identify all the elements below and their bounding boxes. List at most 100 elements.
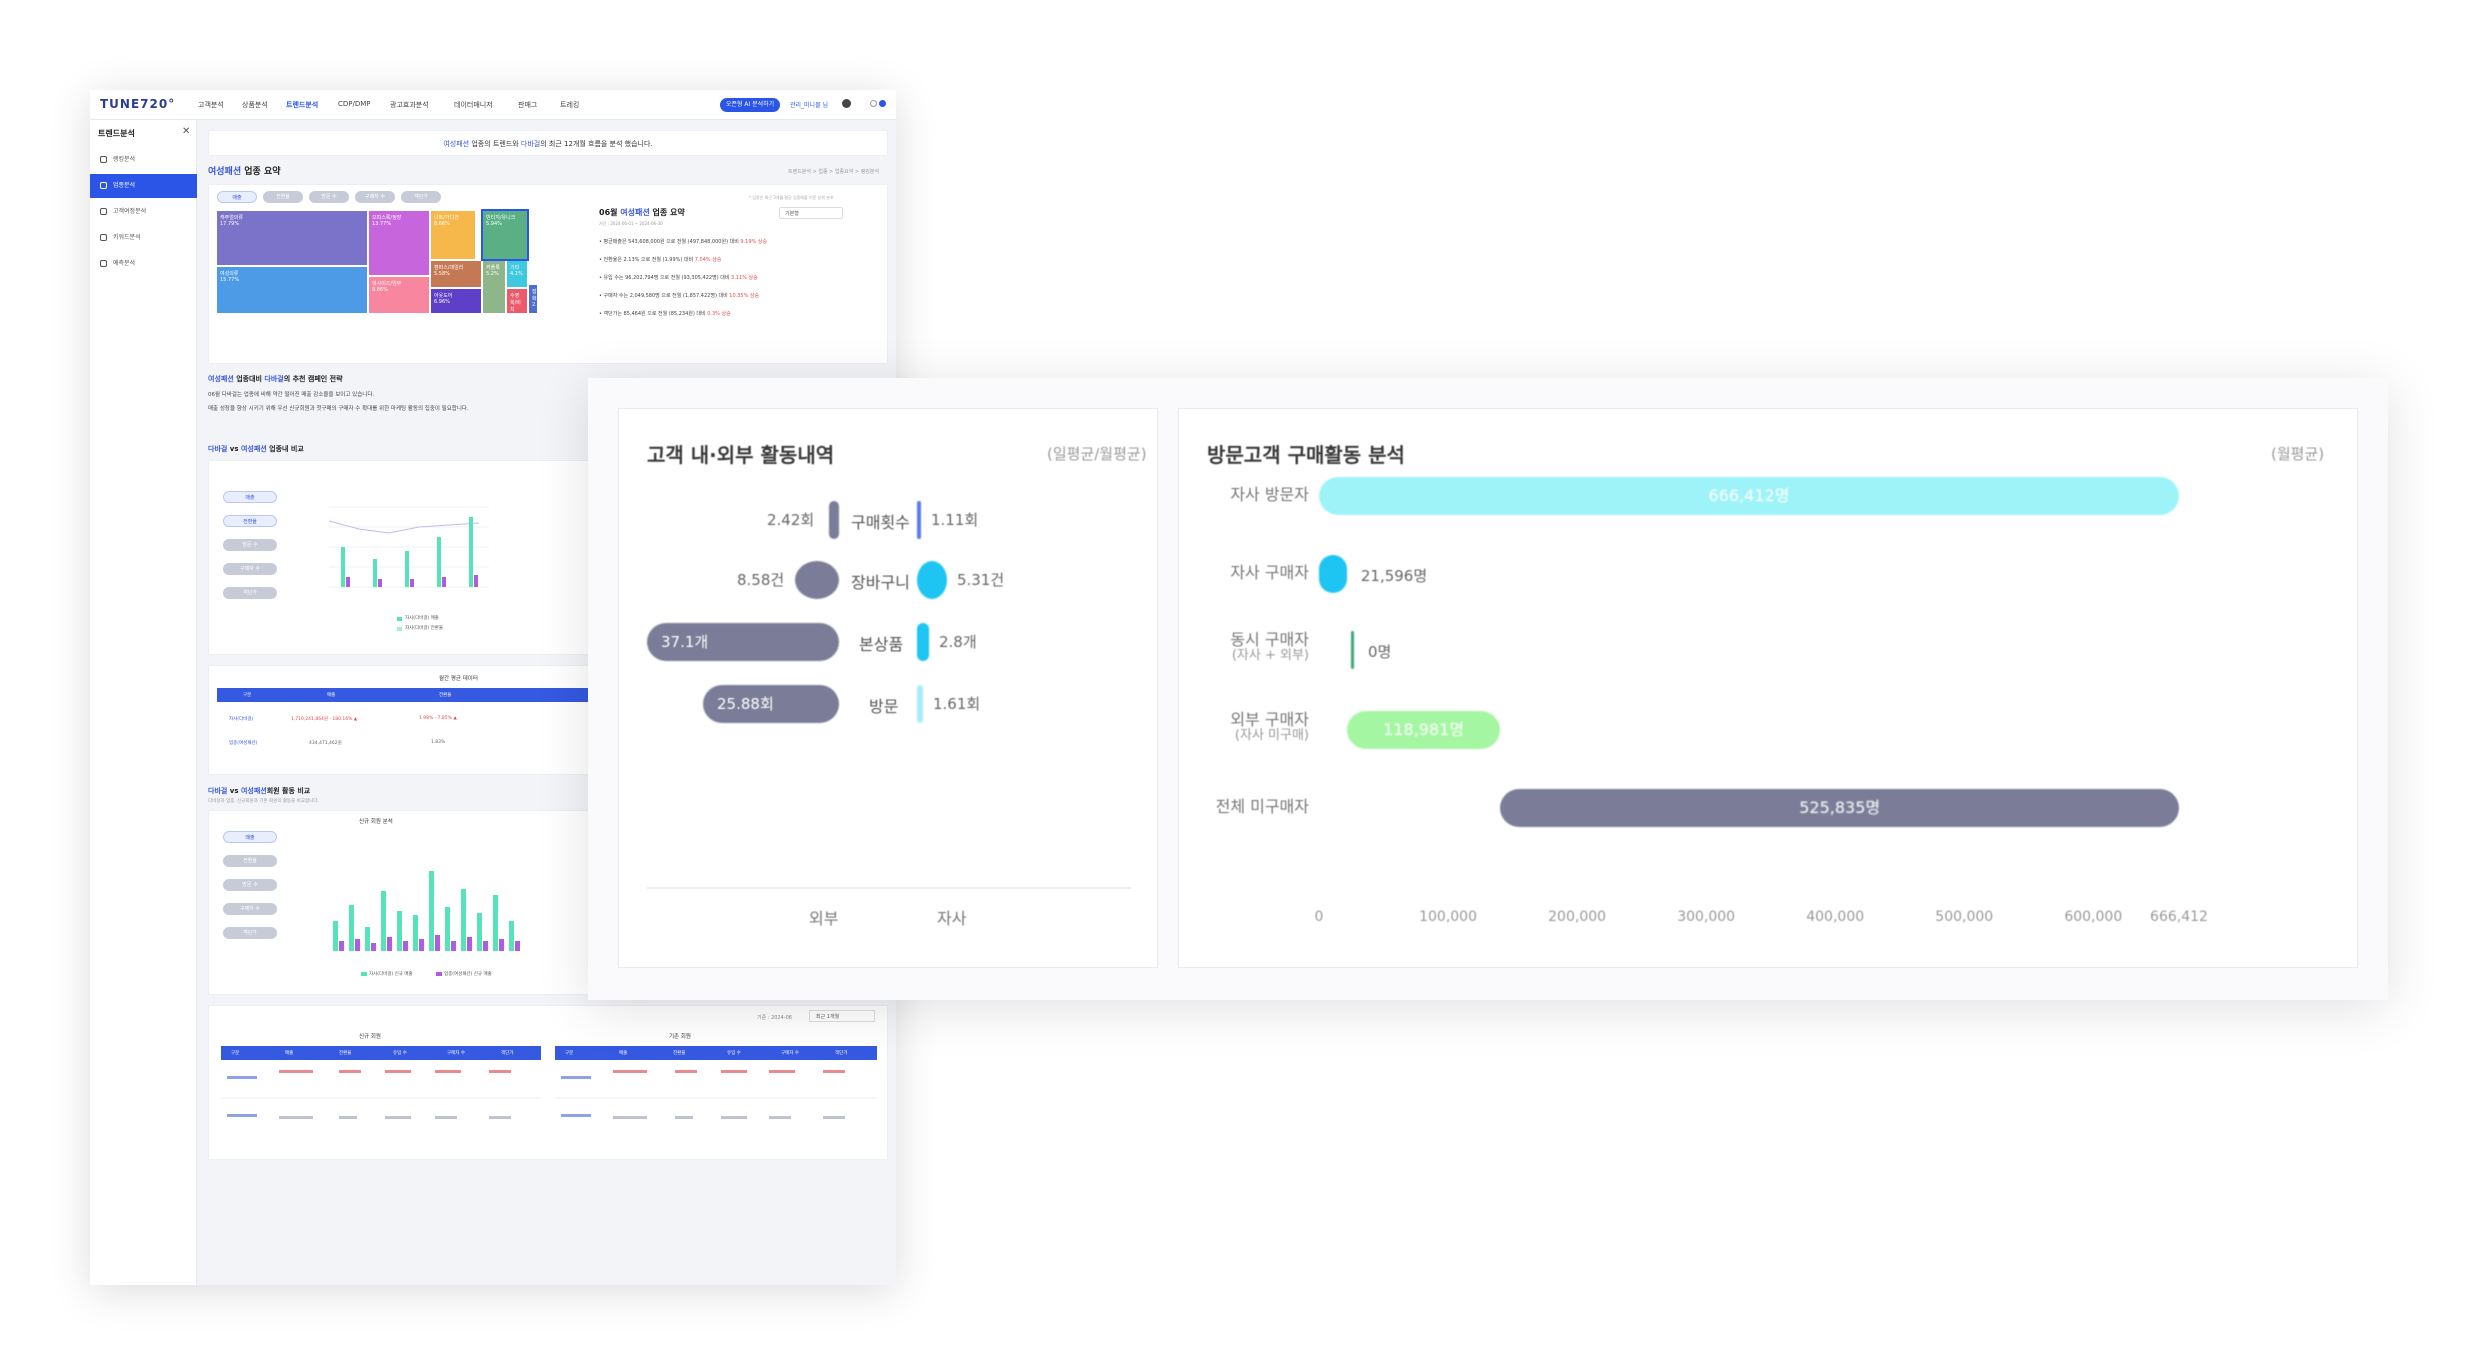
purchase-bar[interactable]: 525,835명	[1500, 789, 2179, 827]
activity-panel-title: 고객 내·외부 활동내역	[647, 443, 835, 467]
nav-trend-analysis[interactable]: 트렌드분석	[286, 100, 318, 110]
ranking-icon	[100, 156, 107, 163]
external-value: 2.42회	[767, 511, 815, 529]
category-label: 전체 미구매자	[1215, 797, 1309, 816]
treemap-tile-label: 니트/가디건	[434, 215, 459, 221]
banner-brand: 다바걸	[520, 140, 541, 148]
bar	[483, 941, 488, 951]
nav-tracking[interactable]: 트레킹	[560, 100, 579, 110]
notification-icon[interactable]	[879, 100, 886, 107]
sidebar-item-journey[interactable]: 고객여정분석	[90, 200, 197, 224]
bar	[349, 905, 354, 951]
filter-aov[interactable]: 객단가	[401, 191, 441, 203]
treemap-tile-value: 2.4%	[532, 302, 545, 308]
treemap-tile-value: 8.66%	[434, 221, 450, 227]
nav-ad-effect[interactable]: 광고효과분석	[390, 100, 429, 110]
banner-text-post: 의 최근 12개월 흐름을 분석 했습니다.	[540, 140, 653, 148]
nav-customer-analysis[interactable]: 고객분석	[198, 100, 224, 110]
filter-buyers[interactable]: 구매자 수	[355, 191, 395, 203]
bar	[419, 939, 424, 951]
treemap-tile-label: 오피스룩/정장	[372, 215, 402, 221]
table-header-cell: 유입 수	[393, 1051, 407, 1056]
external-value: 25.88회	[717, 695, 774, 713]
bar	[515, 941, 520, 951]
external-bar	[829, 501, 839, 539]
bar	[499, 939, 504, 951]
treemap-tile[interactable]: 아웃도어 6.96%	[431, 289, 481, 313]
treemap-tile-label: 캠퍼스/데일리	[434, 265, 464, 271]
breadcrumb: 트렌드분석 > 업종 > 업종요약 > 랭킹분석	[788, 169, 880, 175]
nav-sales[interactable]: 판매그	[518, 100, 537, 110]
treemap-tile[interactable]: 기타 4.1%	[507, 261, 527, 287]
bar	[493, 895, 498, 951]
bar	[467, 937, 472, 951]
compare-legend-conversion: 자사(다바걸) 전환율	[405, 626, 444, 631]
treemap-tile-value: 4.1%	[510, 271, 523, 277]
treemap-tile[interactable]: 니트/가디건 8.66%	[431, 211, 475, 259]
user-icon[interactable]	[842, 99, 851, 108]
activity-panel-unit: (일평균/월평균)	[1047, 445, 1147, 463]
filter-visits[interactable]: 방문 수	[309, 191, 349, 203]
internal-bar	[917, 623, 929, 661]
treemap-tile[interactable]: 빈티지/유니크 5.94%	[481, 209, 529, 261]
treemap-tile[interactable]: 여성의류 15.77%	[217, 267, 367, 313]
axis-tick-label: 300,000	[1677, 909, 1736, 925]
axis-tick-label: 0	[1314, 909, 1324, 925]
treemap-tile-value: 5.94%	[486, 221, 502, 227]
category-label: 자사 방문자	[1230, 485, 1309, 504]
bar	[371, 943, 376, 951]
axis-tick-label: 400,000	[1806, 909, 1865, 925]
app-logo[interactable]: TUNE720°	[100, 97, 175, 111]
treemap-tile-value: 17.79%	[220, 221, 240, 227]
treemap-tile[interactable]: 커플룩 5.2%	[483, 261, 505, 313]
monthly-summary-period: 기간 : 2024-06-01 ~ 2024-06-30	[599, 221, 663, 226]
sidebar-item-ranking[interactable]: 랭킹분석	[90, 148, 197, 172]
industry-icon	[100, 182, 107, 189]
bar	[461, 889, 466, 951]
nav-product-analysis[interactable]: 상품분석	[242, 100, 268, 110]
treemap-tile[interactable]: 빅사이즈/임부 8.86%	[369, 277, 429, 313]
summary-type-select[interactable]: 기본형	[779, 207, 843, 219]
member-legend-new-industry: 업종(여성패션) 신규 매출	[444, 972, 492, 977]
bar	[381, 891, 386, 951]
sidebar-title: 트렌드분석	[98, 129, 135, 138]
bar	[451, 941, 456, 951]
treemap-tile[interactable]: 오피스룩/정장 13.77%	[369, 211, 429, 275]
bar-value-label: 118,981명	[1383, 720, 1465, 739]
table-header-cell: 유입 수	[727, 1051, 741, 1056]
purchase-bar[interactable]	[1351, 631, 1354, 669]
bar-value-label: 525,835명	[1799, 798, 1881, 817]
nav-cdp-dmp[interactable]: CDP/DMP	[338, 100, 371, 108]
user-name[interactable]: 관리_미니몰 님	[790, 100, 828, 109]
bar	[429, 871, 434, 951]
external-value: 37.1개	[661, 633, 709, 651]
treemap-tile[interactable]: 잡화 2.4%	[529, 285, 545, 313]
treemap-tile-value: 15.77%	[220, 277, 240, 283]
settings-icon[interactable]	[870, 100, 877, 107]
close-icon[interactable]: ✕	[182, 126, 190, 137]
treemap-tile[interactable]: 캐주얼의류 17.79%	[217, 211, 367, 265]
row-label: 구매횟수	[851, 513, 910, 532]
external-value: 8.58건	[737, 571, 785, 589]
row-label: 본상품	[859, 635, 904, 654]
ai-analysis-button[interactable]: 오픈형 AI 분석하기	[720, 98, 780, 112]
purchase-bar[interactable]	[1319, 555, 1347, 593]
row-label: 장바구니	[851, 573, 910, 592]
filter-sales[interactable]: 매출	[217, 191, 257, 203]
activity-panel: 고객 내·외부 활동내역 (일평균/월평균) 2.42회 구매횟수 1.11회 …	[618, 408, 1158, 968]
table-header-cell: 객단가	[501, 1051, 514, 1056]
sidebar-item-keyword[interactable]: 키워드분석	[90, 226, 197, 250]
nav-data-manager[interactable]: 데이터매니저	[454, 100, 493, 110]
sidebar-item-forecast[interactable]: 예측분석	[90, 252, 197, 276]
purchase-bar[interactable]: 666,412명	[1319, 477, 2179, 515]
bar	[397, 911, 402, 951]
treemap-tile[interactable]: 캠퍼스/데일리 5.58%	[431, 261, 481, 287]
table-row: 업종(여성패션)	[229, 741, 258, 746]
filter-conversion[interactable]: 전환율	[263, 191, 303, 203]
purchase-bar[interactable]: 118,981명	[1346, 711, 1501, 749]
treemap-tile[interactable]: 수영복/비치 3.1%	[507, 289, 527, 319]
treemap-tile-label: 빅사이즈/임부	[372, 281, 402, 287]
bar-value-label: 666,412명	[1708, 486, 1790, 505]
treemap-tile-label: 아웃도어	[434, 293, 453, 299]
sidebar-item-industry[interactable]: 업종분석	[90, 174, 197, 198]
